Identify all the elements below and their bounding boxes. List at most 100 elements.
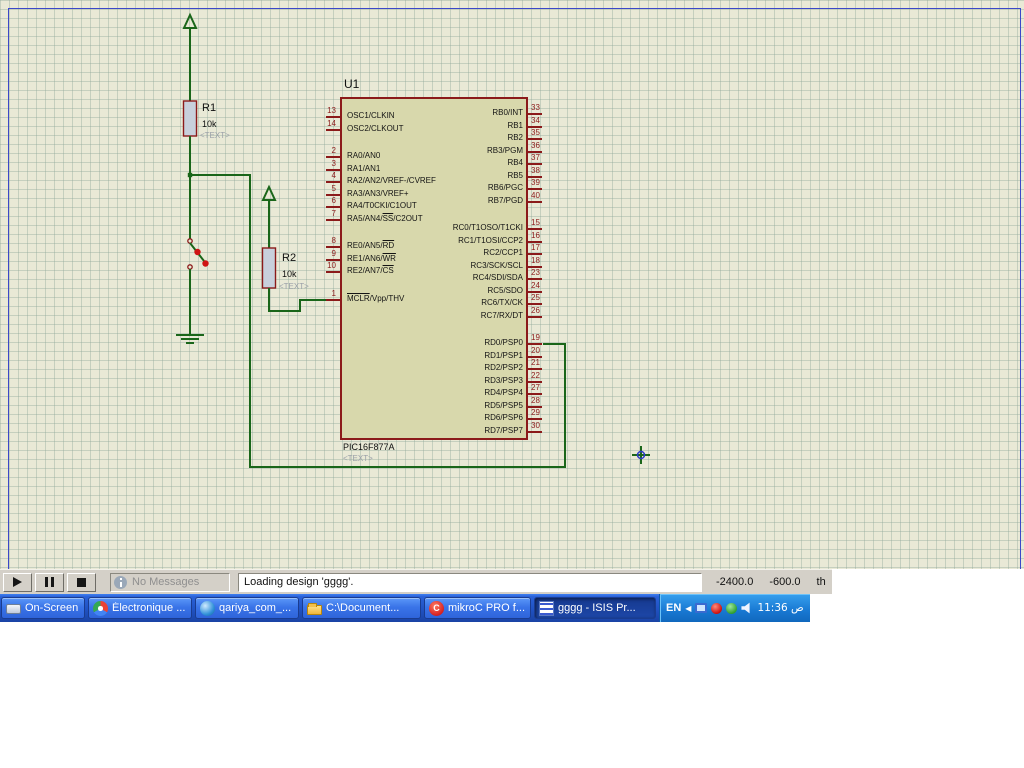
pin-name: RD7/PSP7	[484, 426, 523, 435]
pin-stub[interactable]	[528, 278, 542, 280]
coordinate-y: -600.0	[769, 576, 801, 588]
taskbar-button-3[interactable]: qariya_com_...	[195, 597, 299, 619]
pin-number: 19	[531, 333, 540, 342]
coordinate-units: th	[816, 576, 826, 588]
pin-stub[interactable]	[326, 116, 340, 118]
pin-stub[interactable]	[528, 201, 542, 203]
pin-stub[interactable]	[528, 163, 542, 165]
pin-stub[interactable]	[528, 316, 542, 318]
pin-number: 33	[531, 103, 540, 112]
simulation-controls	[0, 572, 96, 592]
pin-stub[interactable]	[528, 138, 542, 140]
pin-stub[interactable]	[528, 113, 542, 115]
stop-icon	[77, 577, 86, 587]
stop-button[interactable]	[67, 572, 96, 592]
pin-name: RB0/INT	[492, 108, 523, 117]
pause-button[interactable]	[35, 572, 64, 592]
volume-icon[interactable]	[741, 602, 750, 614]
pin-number: 14	[327, 119, 336, 128]
pin-number: 8	[331, 236, 336, 245]
pin-name: RB3/PGM	[486, 146, 523, 155]
pin-stub[interactable]	[528, 418, 542, 420]
clock[interactable]: 11:36 ص	[757, 602, 803, 614]
green-status-icon[interactable]	[726, 602, 738, 614]
pin-stub[interactable]	[528, 431, 542, 433]
taskbar-button-4[interactable]: C:\Document...	[302, 597, 421, 619]
schematic-canvas[interactable]: 13 OSC1/CLKIN 14 OSC2/CLKOUT 2 RA0/AN0 3 RA1/AN…	[0, 0, 1024, 569]
pin-name: RD5/PSP5	[484, 401, 523, 410]
u1-pins: 13 OSC1/CLKIN 14 OSC2/CLKOUT 2 RA0/AN0 3 RA1/AN…	[0, 0, 1024, 569]
taskbar-button-2[interactable]: Électronique ...	[88, 597, 192, 619]
pin-name: RC3/SCK/SCL	[470, 261, 523, 270]
pin-stub[interactable]	[326, 219, 340, 221]
r1-value-label: 10k	[202, 119, 217, 129]
pin-number: 5	[331, 184, 336, 193]
pin-number: 23	[531, 268, 540, 277]
no-messages-label: No Messages	[132, 576, 200, 588]
taskbar-button-label: C:\Document...	[326, 602, 400, 614]
folder-icon	[307, 602, 322, 615]
pin-stub[interactable]	[326, 246, 340, 248]
pin-stub[interactable]	[326, 156, 340, 158]
pin-number: 34	[531, 116, 540, 125]
keyboard-icon	[6, 604, 21, 614]
pin-number: 9	[331, 249, 336, 258]
pin-number: 25	[531, 293, 540, 302]
language-indicator[interactable]: EN	[666, 602, 681, 614]
pin-stub[interactable]	[326, 299, 340, 301]
pin-name: RD6/PSP6	[484, 413, 523, 422]
pin-stub[interactable]	[326, 129, 340, 131]
pin-name: RA5/AN4/SS/C2OUT	[347, 214, 423, 223]
pin-stub[interactable]	[528, 228, 542, 230]
taskbar-button-label: On-Screen K...	[25, 602, 80, 614]
pin-stub[interactable]	[528, 368, 542, 370]
pin-number: 3	[331, 159, 336, 168]
taskbar-button-1[interactable]: On-Screen K...	[1, 597, 85, 619]
pin-name: RB7/PGD	[487, 196, 523, 205]
pin-number: 27	[531, 383, 540, 392]
taskbar: On-Screen K... Électronique ... qariya_com…	[0, 594, 810, 622]
browser-icon	[93, 600, 108, 616]
pin-number: 4	[331, 171, 336, 180]
r2-ref-label: R2	[282, 252, 297, 264]
status-message: Loading design 'gggg'.	[244, 576, 354, 588]
pin-stub[interactable]	[326, 181, 340, 183]
pin-stub[interactable]	[528, 303, 542, 305]
pin-number: 21	[531, 358, 540, 367]
pin-name: RC4/SDI/SDA	[472, 273, 523, 282]
r1-ref-label: R1	[202, 102, 217, 114]
pin-stub[interactable]	[528, 188, 542, 190]
display-icon[interactable]	[695, 603, 708, 613]
mikroc-icon: C	[429, 600, 444, 616]
pin-number: 17	[531, 243, 540, 252]
play-button[interactable]	[3, 572, 32, 592]
pin-number: 18	[531, 256, 540, 265]
status-message-panel: Loading design 'gggg'.	[238, 572, 702, 592]
hide-icons-chevron-icon[interactable]: ◀	[685, 604, 691, 613]
pin-name: RC7/RX/DT	[480, 311, 523, 320]
pin-stub[interactable]	[326, 271, 340, 273]
pin-stub[interactable]	[528, 343, 542, 345]
play-icon	[13, 577, 22, 587]
pin-name: RD2/PSP2	[484, 363, 523, 372]
pin-number: 13	[327, 106, 336, 115]
taskbar-button-label: gggg - ISIS Pr...	[558, 602, 636, 614]
pin-stub[interactable]	[528, 253, 542, 255]
red-status-icon[interactable]	[711, 602, 723, 614]
pin-name: RB6/PGC	[487, 183, 523, 192]
taskbar-button-label: mikroC PRO f...	[448, 602, 526, 614]
message-status-panel: No Messages	[110, 572, 230, 592]
pause-icon	[45, 577, 54, 587]
pin-name: RC5/SDO	[487, 286, 523, 295]
system-tray: EN ◀ 11:36 ص	[659, 594, 810, 622]
taskbar-button-6[interactable]: gggg - ISIS Pr...	[534, 597, 656, 619]
taskbar-button-label: Électronique ...	[112, 602, 186, 614]
pin-number: 10	[327, 261, 336, 270]
taskbar-button-5[interactable]: CmikroC PRO f...	[424, 597, 531, 619]
pin-stub[interactable]	[528, 393, 542, 395]
pin-stub[interactable]	[326, 206, 340, 208]
pin-number: 15	[531, 218, 540, 227]
u1-ref-label: U1	[344, 77, 360, 91]
pin-name: RC1/T1OSI/CCP2	[458, 236, 523, 245]
pin-number: 35	[531, 128, 540, 137]
